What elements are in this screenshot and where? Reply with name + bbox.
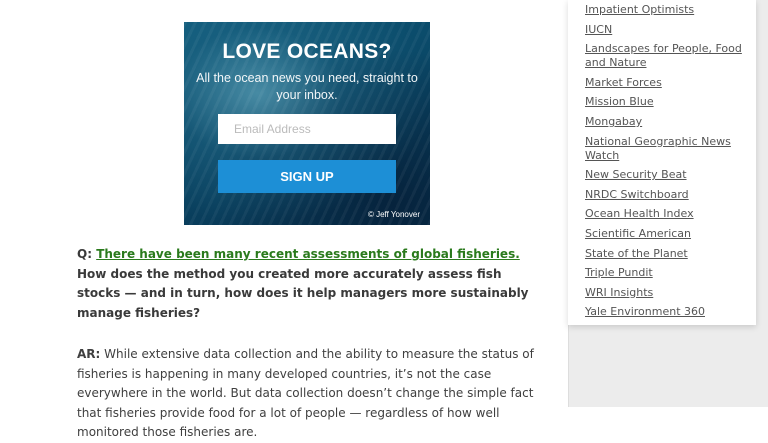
sidebar-link-list: Impatient Optimists IUCN Landscapes for …: [585, 0, 763, 322]
promo-subtitle: All the ocean news you need, straight to…: [196, 71, 418, 102]
sidebar-link-market-forces[interactable]: Market Forces: [585, 76, 662, 89]
sidebar-link-mission-blue[interactable]: Mission Blue: [585, 95, 654, 108]
list-item: Mission Blue: [585, 92, 763, 112]
answer-text: While extensive data collection and the …: [77, 347, 534, 439]
email-field[interactable]: [218, 114, 396, 144]
answer-prefix: AR:: [77, 347, 101, 361]
sidebar-link-scientific-american[interactable]: Scientific American: [585, 227, 691, 240]
list-item: Ocean Health Index: [585, 204, 763, 224]
list-item: Yale Environment 360: [585, 302, 763, 322]
sidebar-link-new-security-beat[interactable]: New Security Beat: [585, 168, 687, 181]
list-item: Mongabay: [585, 112, 763, 132]
list-item: IUCN: [585, 20, 763, 40]
question-prefix: Q:: [77, 247, 92, 261]
list-item: Market Forces: [585, 73, 763, 93]
list-item: Impatient Optimists: [585, 0, 763, 20]
sidebar-link-iucn[interactable]: IUCN: [585, 23, 612, 36]
question-text: How does the method you created more acc…: [77, 266, 529, 320]
list-item: Landscapes for People, Food and Nature: [585, 39, 763, 73]
sidebar-link-triple-pundit[interactable]: Triple Pundit: [585, 266, 653, 279]
list-item: State of the Planet: [585, 244, 763, 264]
list-item: Triple Pundit: [585, 263, 763, 283]
article-body: Q: There have been many recent assessmen…: [77, 245, 537, 443]
sidebar-link-nrdc-switchboard[interactable]: NRDC Switchboard: [585, 188, 689, 201]
sign-up-button[interactable]: SIGN UP: [218, 160, 396, 193]
sidebar-link-state-of-the-planet[interactable]: State of the Planet: [585, 247, 688, 260]
list-item: Scientific American: [585, 224, 763, 244]
sidebar-link-yale-environment-360[interactable]: Yale Environment 360: [585, 305, 705, 318]
fisheries-assessments-link[interactable]: There have been many recent assessments …: [96, 247, 520, 261]
sidebar-link-impatient-optimists[interactable]: Impatient Optimists: [585, 3, 694, 16]
answer-paragraph: AR: While extensive data collection and …: [77, 345, 537, 443]
list-item: New Security Beat: [585, 165, 763, 185]
newsletter-signup-banner: LOVE OCEANS? All the ocean news you need…: [184, 22, 430, 225]
sidebar-link-natgeo-news-watch[interactable]: National Geographic News Watch: [585, 135, 731, 162]
photo-credit: © Jeff Yonover: [367, 210, 420, 219]
sidebar-link-ocean-health-index[interactable]: Ocean Health Index: [585, 207, 694, 220]
sidebar-link-wri-insights[interactable]: WRI Insights: [585, 286, 653, 299]
promo-title: LOVE OCEANS?: [222, 40, 392, 63]
list-item: WRI Insights: [585, 283, 763, 303]
sidebar-link-landscapes[interactable]: Landscapes for People, Food and Nature: [585, 42, 742, 69]
question-paragraph: Q: There have been many recent assessmen…: [77, 245, 537, 323]
list-item: NRDC Switchboard: [585, 185, 763, 205]
list-item: National Geographic News Watch: [585, 132, 763, 166]
sidebar-link-mongabay[interactable]: Mongabay: [585, 115, 642, 128]
